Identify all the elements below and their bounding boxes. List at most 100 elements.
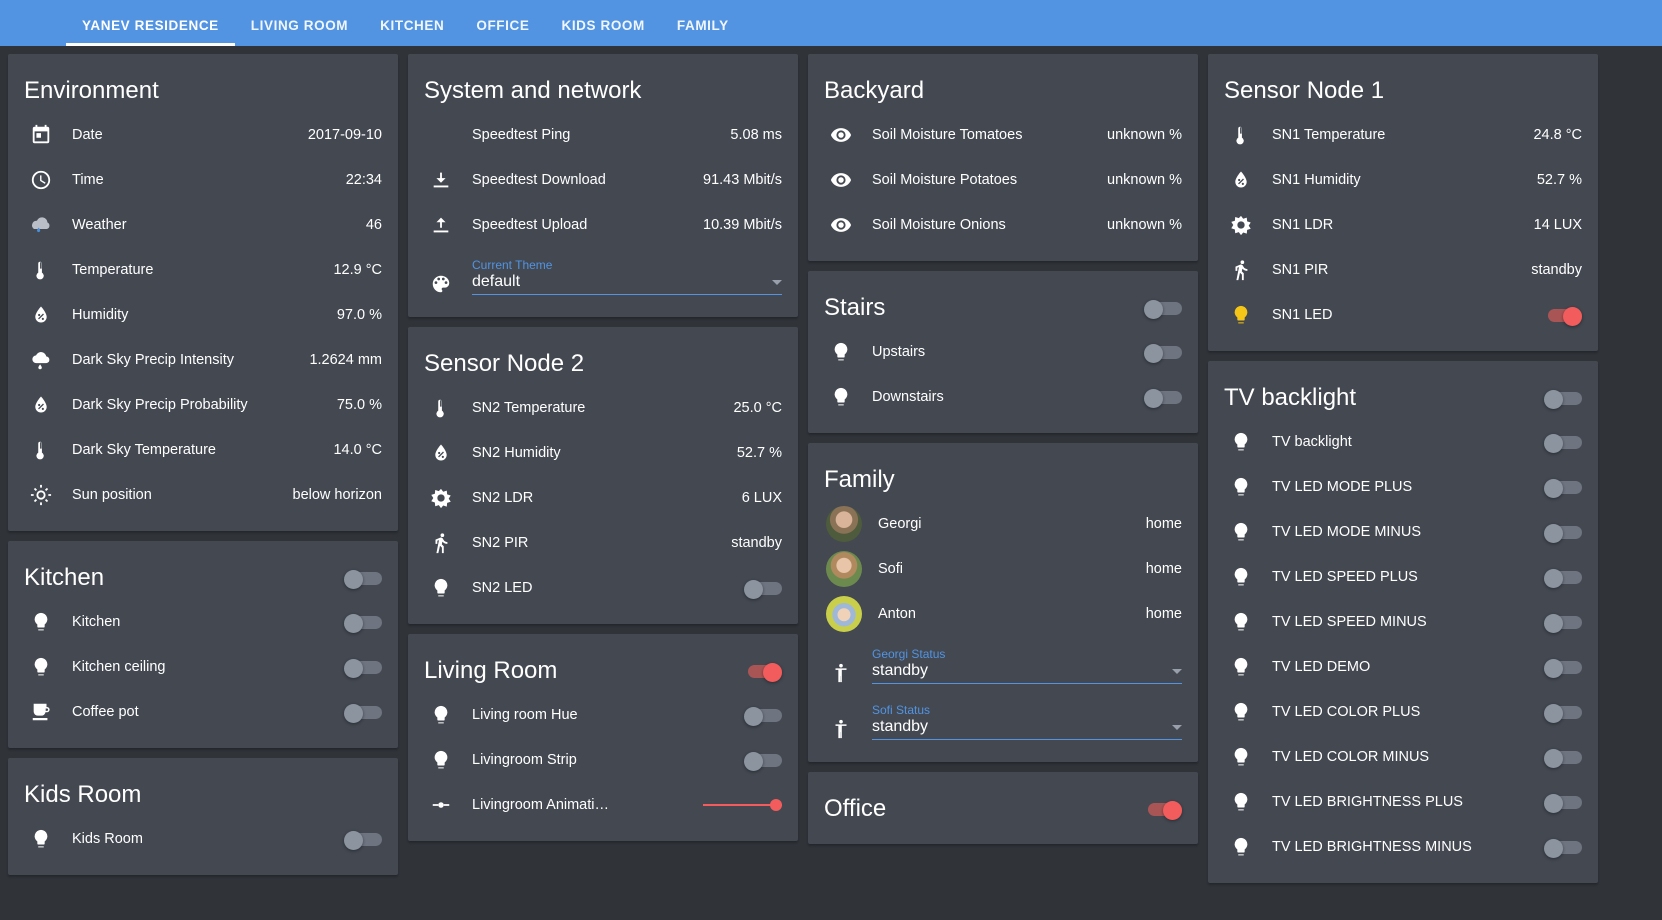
toggle-kids-room[interactable] — [344, 830, 382, 850]
chevron-down-icon[interactable] — [1172, 724, 1182, 730]
entity-row[interactable]: SN2 LED — [408, 565, 798, 610]
entity-row[interactable]: TV LED SPEED PLUS — [1208, 554, 1598, 599]
person-name: Georgi — [878, 515, 922, 532]
toggle-tv-led-demo[interactable] — [1544, 658, 1582, 678]
select-row[interactable]: Sofi Status standby — [808, 692, 1198, 748]
entity-row[interactable]: Dark Sky Precip Probability 75.0 % — [8, 382, 398, 427]
bulb-icon — [1226, 611, 1256, 633]
entity-row[interactable]: TV LED COLOR PLUS — [1208, 689, 1598, 734]
entity-row[interactable]: Kids Room — [8, 816, 398, 861]
slider-handle[interactable] — [770, 798, 782, 811]
entity-row[interactable]: Speedtest Ping 5.08 ms — [408, 112, 798, 157]
entity-row[interactable]: SN1 Humidity 52.7 % — [1208, 157, 1598, 202]
person-row[interactable]: Georgi home — [808, 501, 1198, 546]
entity-row[interactable]: Livingroom Animati… — [408, 782, 798, 827]
entity-row[interactable]: SN1 LDR 14 LUX — [1208, 202, 1598, 247]
entity-row[interactable]: TV LED DEMO — [1208, 644, 1598, 689]
header-toggle-tv-backlight[interactable] — [1544, 390, 1582, 409]
select-field[interactable]: default — [472, 273, 782, 295]
toggle-tv-led-mode-plus[interactable] — [1544, 478, 1582, 498]
header-toggle-office[interactable] — [1144, 801, 1182, 820]
entity-row[interactable]: TV LED BRIGHTNESS PLUS — [1208, 779, 1598, 824]
toggle-tv-led-color-plus[interactable] — [1544, 703, 1582, 723]
tab-family[interactable]: FAMILY — [661, 18, 745, 46]
entity-row[interactable]: Downstairs — [808, 374, 1198, 419]
card-header: System and network — [408, 54, 798, 112]
run-icon — [426, 532, 456, 554]
toggle-tv-led-brightness-minus[interactable] — [1544, 838, 1582, 858]
toggle-coffee-pot[interactable] — [344, 703, 382, 723]
select-box[interactable]: Current Theme default — [456, 257, 782, 295]
person-row[interactable]: Anton home — [808, 591, 1198, 636]
tab-kids-room[interactable]: KIDS ROOM — [545, 18, 660, 46]
entity-row[interactable]: SN1 Temperature 24.8 °C — [1208, 112, 1598, 157]
select-row[interactable]: Current Theme default — [408, 247, 798, 303]
thermometer-icon — [26, 439, 56, 461]
toggle-upstairs[interactable] — [1144, 343, 1182, 363]
entity-row[interactable]: Temperature 12.9 °C — [8, 247, 398, 292]
select-row[interactable]: Georgi Status standby — [808, 636, 1198, 692]
toggle-downstairs[interactable] — [1144, 388, 1182, 408]
entity-row[interactable]: Speedtest Upload 10.39 Mbit/s — [408, 202, 798, 247]
select-box[interactable]: Georgi Status standby — [856, 646, 1182, 684]
toggle-tv-led-speed-minus[interactable] — [1544, 613, 1582, 633]
card-system-and-network: System and network Speedtest Ping 5.08 ms S… — [408, 54, 798, 317]
entity-row[interactable]: SN1 LED — [1208, 292, 1598, 337]
entity-row[interactable]: SN2 PIR standby — [408, 520, 798, 565]
chevron-down-icon[interactable] — [1172, 668, 1182, 674]
entity-row[interactable]: Soil Moisture Potatoes unknown % — [808, 157, 1198, 202]
entity-row[interactable]: TV LED COLOR MINUS — [1208, 734, 1598, 779]
entity-row[interactable]: TV LED MODE MINUS — [1208, 509, 1598, 554]
entity-row[interactable]: Living room Hue — [408, 692, 798, 737]
header-toggle-kitchen[interactable] — [344, 570, 382, 589]
toggle-tv-backlight[interactable] — [1544, 433, 1582, 453]
entity-row[interactable]: Kitchen — [8, 599, 398, 644]
toggle-kitchen[interactable] — [344, 613, 382, 633]
entity-row[interactable]: Speedtest Download 91.43 Mbit/s — [408, 157, 798, 202]
person-row[interactable]: Sofi home — [808, 546, 1198, 591]
select-field[interactable]: standby — [872, 718, 1182, 740]
entity-row[interactable]: TV backlight — [1208, 419, 1598, 464]
entity-row[interactable]: SN1 PIR standby — [1208, 247, 1598, 292]
select-field[interactable]: standby — [872, 662, 1182, 684]
tab-office[interactable]: OFFICE — [460, 18, 545, 46]
entity-row[interactable]: Dark Sky Precip Intensity 1.2624 mm — [8, 337, 398, 382]
entity-row[interactable]: Soil Moisture Onions unknown % — [808, 202, 1198, 247]
entity-row[interactable]: Soil Moisture Tomatoes unknown % — [808, 112, 1198, 157]
entity-row[interactable]: SN2 LDR 6 LUX — [408, 475, 798, 520]
toggle-sn2-led[interactable] — [744, 579, 782, 599]
entity-row[interactable]: Weather 46 — [8, 202, 398, 247]
entity-row[interactable]: TV LED BRIGHTNESS MINUS — [1208, 824, 1598, 869]
entity-row[interactable]: SN2 Temperature 25.0 °C — [408, 385, 798, 430]
toggle-tv-led-mode-minus[interactable] — [1544, 523, 1582, 543]
entity-row[interactable]: Coffee pot — [8, 689, 398, 734]
entity-row[interactable]: Dark Sky Temperature 14.0 °C — [8, 427, 398, 472]
entity-row[interactable]: Kitchen ceiling — [8, 644, 398, 689]
entity-row[interactable]: Livingroom Strip — [408, 737, 798, 782]
header-toggle-living-room[interactable] — [744, 663, 782, 682]
entity-row[interactable]: TV LED MODE PLUS — [1208, 464, 1598, 509]
toggle-tv-led-speed-plus[interactable] — [1544, 568, 1582, 588]
entity-row[interactable]: SN2 Humidity 52.7 % — [408, 430, 798, 475]
header-toggle-stairs[interactable] — [1144, 300, 1182, 319]
tab-living-room[interactable]: LIVING ROOM — [235, 18, 364, 46]
toggle-kitchen-ceiling[interactable] — [344, 658, 382, 678]
entity-row[interactable]: Date 2017-09-10 — [8, 112, 398, 157]
entity-row[interactable]: Humidity 97.0 % — [8, 292, 398, 337]
toggle-tv-led-brightness-plus[interactable] — [1544, 793, 1582, 813]
toggle-livingroom-strip[interactable] — [744, 751, 782, 771]
tab-yanev-residence[interactable]: YANEV RESIDENCE — [66, 18, 235, 46]
toggle-sn1-led[interactable] — [1544, 306, 1582, 326]
entity-row[interactable]: Time 22:34 — [8, 157, 398, 202]
entity-row[interactable]: Upstairs — [808, 329, 1198, 374]
tab-kitchen[interactable]: KITCHEN — [364, 18, 460, 46]
chevron-down-icon[interactable] — [772, 279, 782, 285]
entity-row[interactable]: TV LED SPEED MINUS — [1208, 599, 1598, 644]
slider-livingroom-animati[interactable] — [702, 796, 782, 814]
toggle-tv-led-color-minus[interactable] — [1544, 748, 1582, 768]
entity-row[interactable]: Sun position below horizon — [8, 472, 398, 517]
avatar — [826, 550, 862, 587]
select-box[interactable]: Sofi Status standby — [856, 702, 1182, 740]
toggle-living-room-hue[interactable] — [744, 706, 782, 726]
card-title: Backyard — [824, 77, 925, 104]
